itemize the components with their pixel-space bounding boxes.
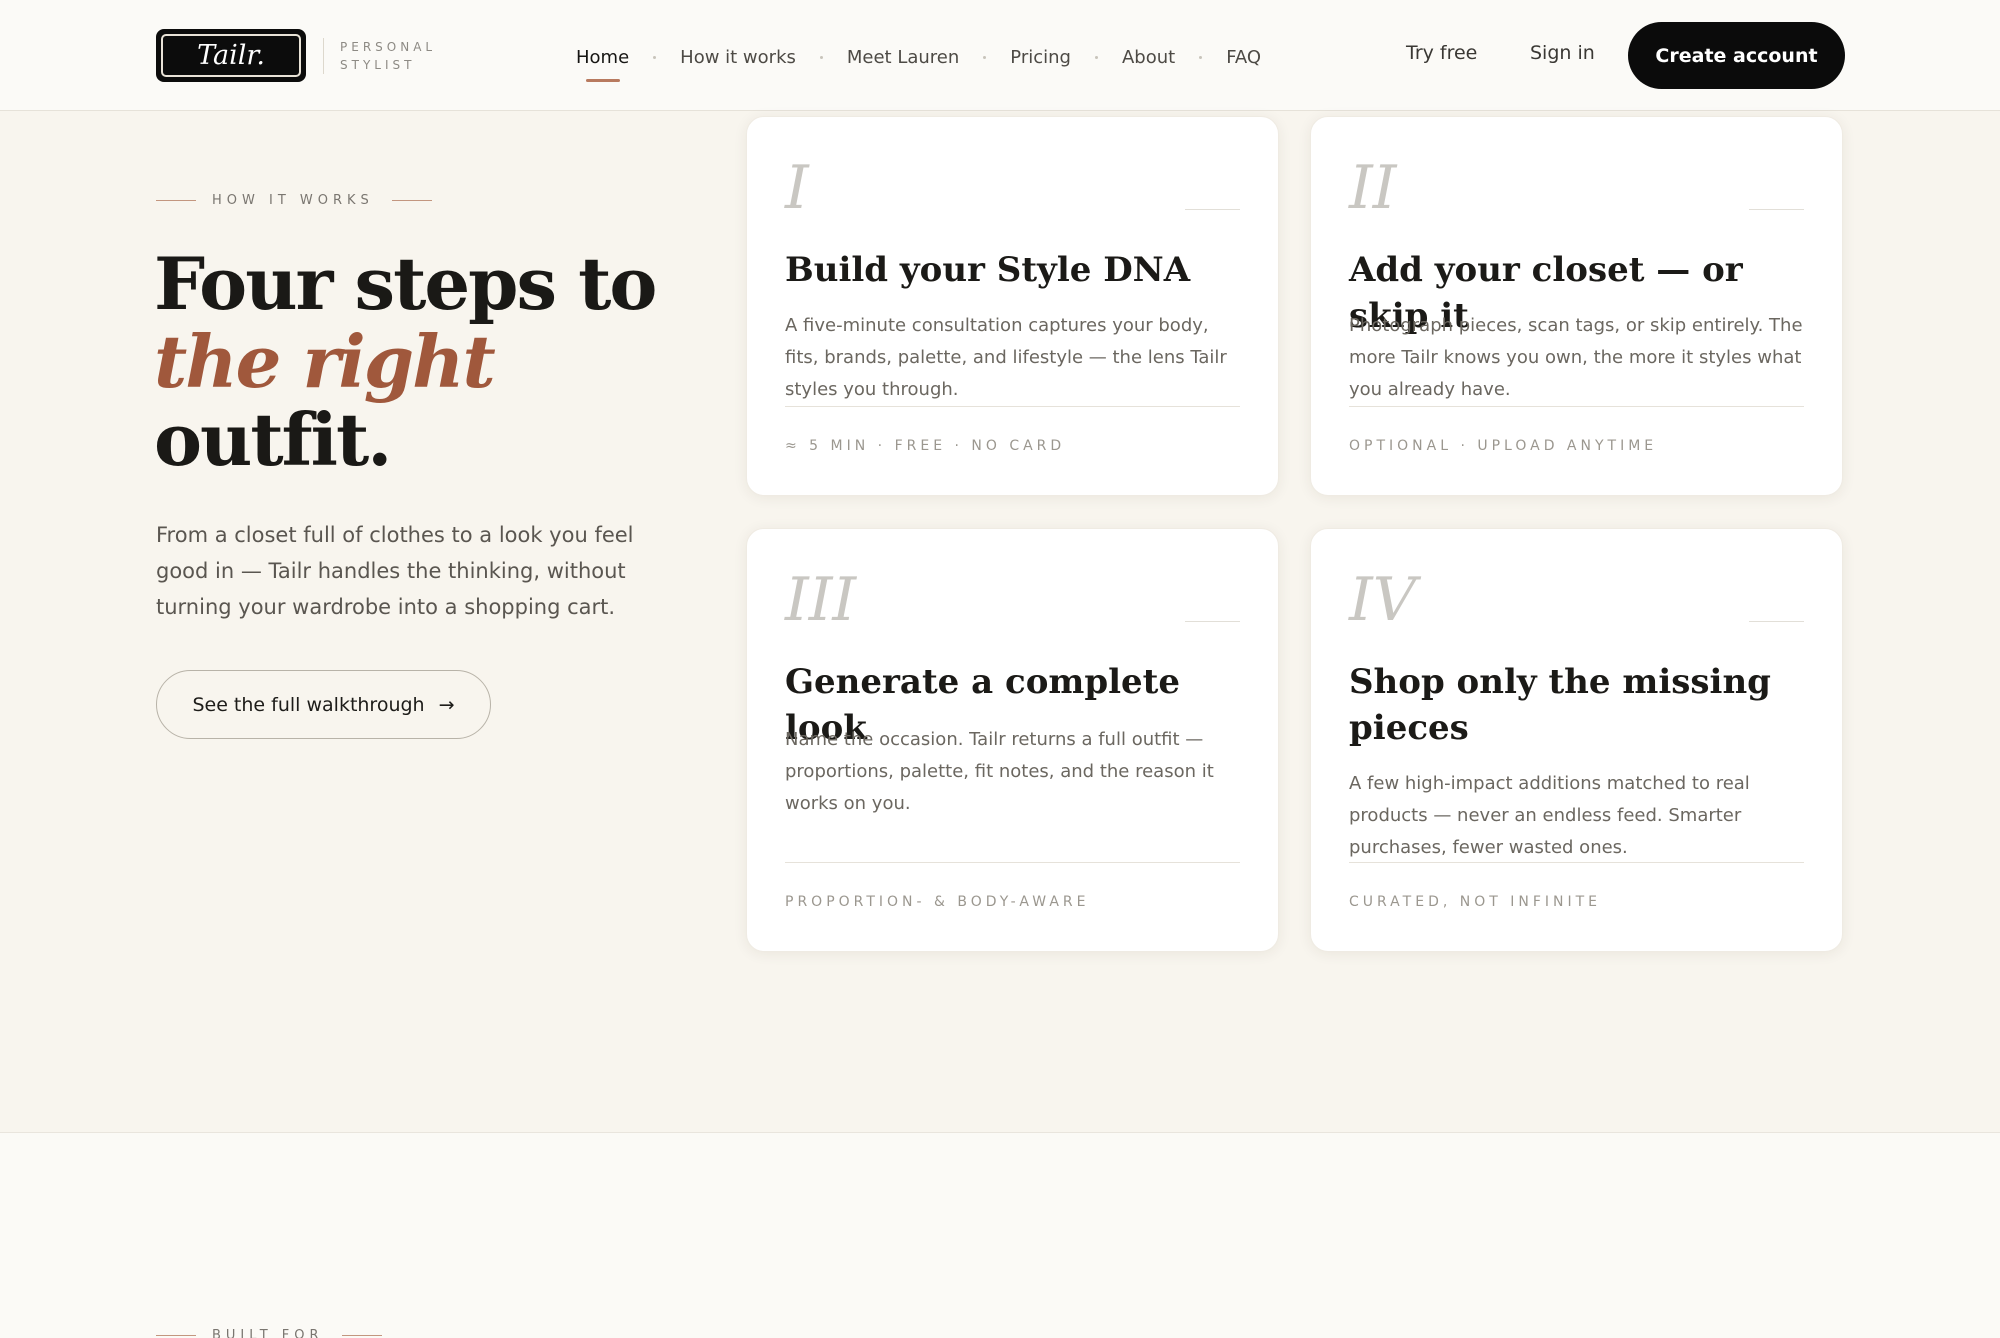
step-card-1: I Build your Style DNA A five-minute con… [746,116,1279,496]
logo[interactable]: Tailr. [156,29,306,82]
nav-separator [653,55,657,59]
walkthrough-button-label: See the full walkthrough [192,693,425,716]
eyebrow-text: HOW IT WORKS [212,193,374,208]
headline-line-3: outfit. [154,397,392,482]
step-meta: CURATED, NOT INFINITE [1349,894,1602,910]
logo-tagline: PERSONAL STYLIST [340,40,437,72]
nav-about[interactable]: About [1122,47,1175,68]
step-meta: PROPORTION- & BODY-AWARE [785,894,1090,910]
card-divider [1349,862,1804,863]
hero-lead: From a closet full of clothes to a look … [156,523,634,619]
built-for-section [0,1133,2000,1338]
eyebrow-text: BUILT FOR [212,1328,324,1338]
card-divider [785,406,1240,407]
step-description: Name the occasion. Tailr returns a full … [785,729,1214,814]
step-meta: ≈ 5 MIN · FREE · NO CARD [785,438,1066,454]
step-card-2: II Add your closet — or skip it Photogra… [1310,116,1843,496]
numeral-rule [1185,621,1240,622]
nav-separator [983,55,987,59]
eyebrow-line-left [156,200,196,201]
eyebrow-line-right [341,1335,382,1336]
nav-faq[interactable]: FAQ [1226,47,1261,68]
headline-accent: the right [154,319,496,404]
step-description: Photograph pieces, scan tags, or skip en… [1349,315,1803,400]
nav-how-it-works[interactable]: How it works [680,47,796,68]
step-numeral: II [1349,153,1397,223]
numeral-rule [1749,621,1804,622]
logo-divider [323,38,324,74]
numeral-rule [1749,209,1804,210]
numeral-rule [1185,209,1240,210]
step-title: Build your Style DNA [785,250,1191,290]
step-description: A five-minute consultation captures your… [785,315,1227,400]
nav-home[interactable]: Home [576,47,629,82]
site-header: Tailr. PERSONAL STYLIST Home How it work… [0,0,2000,111]
step-meta: OPTIONAL · UPLOAD ANYTIME [1349,438,1658,454]
built-for-eyebrow: BUILT FOR [156,1328,382,1338]
main-nav: Home How it works Meet Lauren Pricing Ab… [576,42,1261,82]
section-eyebrow: HOW IT WORKS [156,193,432,208]
nav-pricing[interactable]: Pricing [1010,47,1071,68]
headline-line-1: Four steps to [154,241,657,326]
hero-headline: Four steps to the right outfit. [154,245,714,479]
page: Tailr. PERSONAL STYLIST Home How it work… [0,0,2000,1338]
nav-separator [819,55,823,59]
eyebrow-line-right [391,200,432,201]
try-free-link[interactable]: Try free [1406,42,1477,64]
nav-separator [1199,55,1203,59]
step-card-4: IV Shop only the missing pieces A few hi… [1310,528,1843,952]
eyebrow-line-left [156,1335,196,1336]
logo-text: Tailr. [161,34,301,77]
step-card-3: III Generate a complete look Name the oc… [746,528,1279,952]
card-divider [785,862,1240,863]
arrow-right-icon: → [438,693,455,716]
step-title: Shop only the missing pieces [1349,662,1771,748]
nav-separator [1094,55,1098,59]
sign-in-link[interactable]: Sign in [1530,42,1595,64]
step-numeral: IV [1349,565,1417,635]
step-description: A few high-impact additions matched to r… [1349,773,1750,858]
walkthrough-button[interactable]: See the full walkthrough → [156,670,491,739]
nav-meet-lauren[interactable]: Meet Lauren [847,47,959,68]
create-account-button[interactable]: Create account [1628,22,1845,89]
step-numeral: III [785,565,857,635]
card-divider [1349,406,1804,407]
step-numeral: I [785,153,809,223]
